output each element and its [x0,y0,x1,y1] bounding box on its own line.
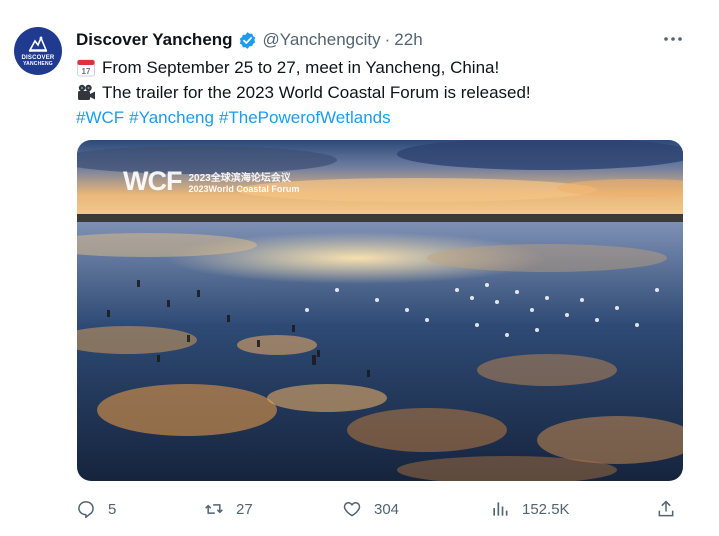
movie-camera-icon [78,84,95,100]
tweet-line-1: 17 From September 25 to 27, meet in Yanc… [76,55,686,80]
tweet-card: DISCOVER YANCHENG Discover Yancheng @Yan… [0,0,719,536]
tweet-line-2: The trailer for the 2023 World Coastal F… [76,80,686,105]
calendar-day: 17 [82,67,91,76]
tweet-line-1-text: From September 25 to 27, meet in Yanchen… [102,58,500,77]
share-button[interactable] [656,496,688,522]
like-count: 304 [374,500,400,518]
avatar-text-line2: YANCHENG [23,61,53,67]
timestamp[interactable]: 22h [394,30,422,50]
watermark-chinese: 2023全球滨海论坛会议 [188,173,291,184]
hashtag-link[interactable]: #ThePowerofWetlands [219,105,391,130]
video-watermark: WCF 2023全球滨海论坛会议 2023World Coastal Forum [123,166,299,197]
tweet-text: 17 From September 25 to 27, meet in Yanc… [76,55,686,130]
analytics-icon [493,502,508,516]
crane-emblem-icon [28,35,48,52]
views-button[interactable]: 152.5K [490,496,570,522]
hashtags: #WCF #Yancheng #ThePowerofWetlands [76,105,686,130]
like-button[interactable]: 304 [342,496,399,522]
hashtag-link[interactable]: #Yancheng [129,105,214,130]
watermark-subtitle: 2023全球滨海论坛会议 2023World Coastal Forum [188,169,299,194]
repost-button[interactable]: 27 [204,496,253,522]
reply-icon [78,501,94,519]
action-bar: 5 27 304 152.5K [76,496,686,522]
tweet-header: Discover Yancheng @Yanchengcity · 22h [76,29,423,51]
view-count: 152.5K [522,500,570,518]
display-name[interactable]: Discover Yancheng [76,30,233,50]
calendar-icon: 17 [77,59,95,76]
reply-count: 5 [108,500,117,518]
user-handle[interactable]: @Yanchengcity [263,30,381,50]
avatar[interactable]: DISCOVER YANCHENG [14,27,62,75]
reply-button[interactable]: 5 [76,496,116,522]
hashtag-link[interactable]: #WCF [76,105,124,130]
watermark-english: 2023World Coastal Forum [188,184,300,194]
repost-icon [205,504,223,514]
share-icon [658,500,674,517]
repost-count: 27 [236,500,253,518]
more-options-icon[interactable] [663,31,683,47]
heart-icon [343,502,361,517]
video-thumbnail[interactable]: WCF 2023全球滨海论坛会议 2023World Coastal Forum [77,140,683,481]
wcf-logo-text: WCF [123,166,182,196]
separator-dot: · [384,30,391,49]
verified-badge-icon [239,31,255,49]
tweet-line-2-text: The trailer for the 2023 World Coastal F… [102,83,531,102]
